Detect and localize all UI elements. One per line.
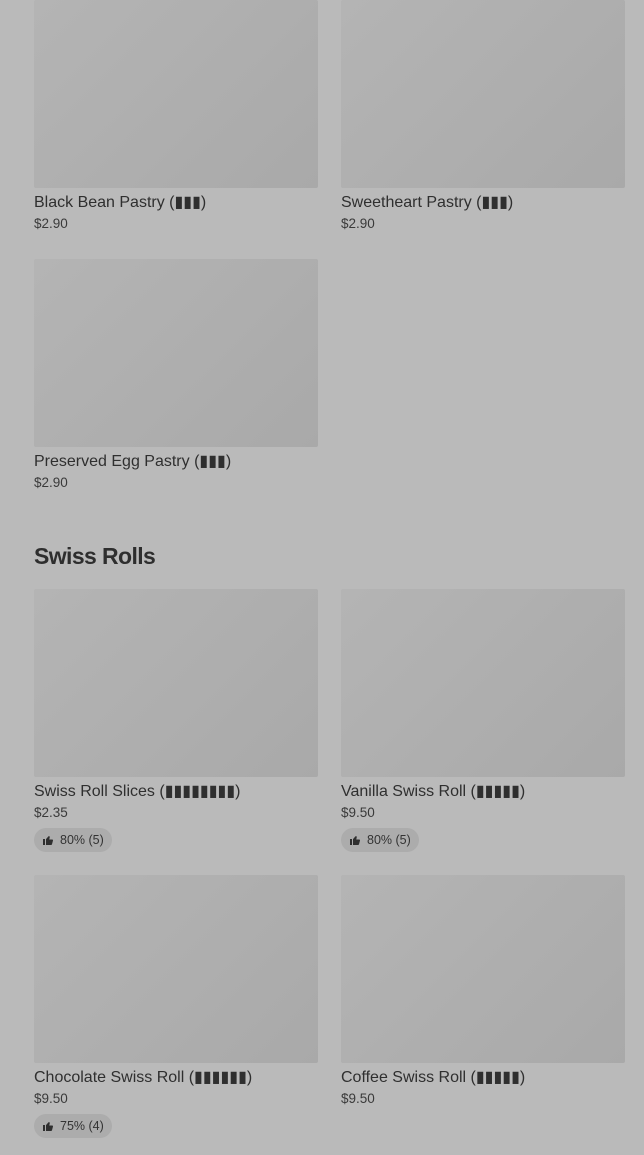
thumbs-up-icon [349, 834, 361, 846]
item-title: Sweetheart Pastry (▮▮▮) [341, 194, 514, 211]
item-price: $9.50 [341, 1091, 375, 1106]
menu-item-card[interactable]: Swiss Roll Slices (▮▮▮▮▮▮▮▮) $2.35 80% (… [34, 589, 318, 852]
thumbs-up-icon [42, 1120, 54, 1132]
item-title: Vanilla Swiss Roll (▮▮▮▮▮) [341, 783, 526, 800]
menu-item-card[interactable]: Chocolate Swiss Roll (▮▮▮▮▮▮) $9.50 75% … [34, 875, 318, 1138]
item-image [34, 875, 318, 1063]
item-image [341, 589, 625, 777]
thumbs-up-icon [42, 834, 54, 846]
item-title: Chocolate Swiss Roll (▮▮▮▮▮▮) [34, 1069, 253, 1086]
item-price: $2.90 [34, 475, 68, 490]
item-title: Coffee Swiss Roll (▮▮▮▮▮) [341, 1069, 526, 1086]
rating-text: 80% (5) [367, 833, 411, 847]
rating-badge: 75% (4) [34, 1114, 112, 1138]
item-price: $2.90 [341, 216, 375, 231]
item-price: $2.90 [34, 216, 68, 231]
item-title: Preserved Egg Pastry (▮▮▮) [34, 453, 232, 470]
rating-text: 80% (5) [60, 833, 104, 847]
menu-item-card[interactable]: Sweetheart Pastry (▮▮▮) $2.90 [341, 0, 625, 233]
menu-item-card[interactable]: Vanilla Swiss Roll (▮▮▮▮▮) $9.50 80% (5) [341, 589, 625, 852]
rating-badge: 80% (5) [341, 828, 419, 852]
item-image [341, 0, 625, 188]
item-image [34, 259, 318, 447]
item-price: $9.50 [34, 1091, 68, 1106]
section-heading-swiss-rolls: Swiss Rolls [34, 543, 156, 569]
item-image [341, 875, 625, 1063]
menu-item-card[interactable]: Preserved Egg Pastry (▮▮▮) $2.90 [34, 259, 318, 492]
item-price: $2.35 [34, 805, 68, 820]
item-image [34, 589, 318, 777]
item-price: $9.50 [341, 805, 375, 820]
item-title: Black Bean Pastry (▮▮▮) [34, 194, 207, 211]
menu-item-card[interactable]: Coffee Swiss Roll (▮▮▮▮▮) $9.50 [341, 875, 625, 1108]
item-title: Swiss Roll Slices (▮▮▮▮▮▮▮▮) [34, 783, 241, 800]
item-image [34, 0, 318, 188]
rating-text: 75% (4) [60, 1119, 104, 1133]
menu-item-card[interactable]: Black Bean Pastry (▮▮▮) $2.90 [34, 0, 318, 233]
rating-badge: 80% (5) [34, 828, 112, 852]
